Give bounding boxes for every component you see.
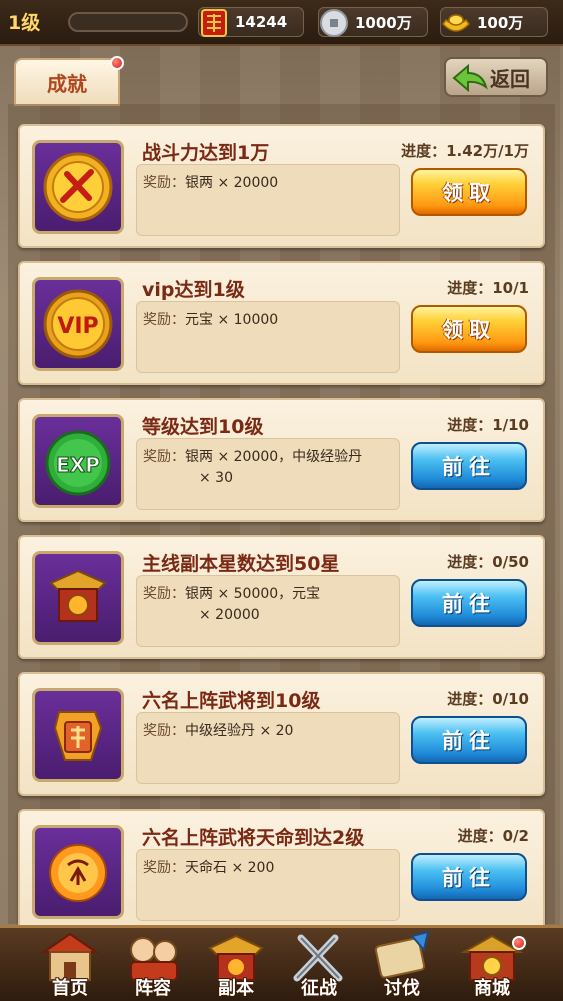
nav-crusade[interactable]: 讨伐 xyxy=(362,928,442,1001)
notification-dot xyxy=(512,936,526,950)
reward-box: 奖励：银两 × 50000，元宝 × 20000 xyxy=(136,575,400,647)
nav-home-label: 首页 xyxy=(52,978,88,999)
battle-power-icon xyxy=(201,9,227,37)
reward-label: 奖励： xyxy=(143,860,185,876)
gold-display: 100万 xyxy=(440,7,548,37)
silver-coin-icon xyxy=(320,9,348,37)
achievement-title: 六名上阵武将天命到达2级 xyxy=(142,827,365,849)
reward-text: 元宝 × 10000 xyxy=(185,312,279,328)
top-status-bar: 1级 14244 1000万 100万 xyxy=(0,0,563,46)
reward-text-cont: × 20000 xyxy=(199,607,260,623)
back-button[interactable]: 返回 xyxy=(444,57,548,97)
experience-bar xyxy=(68,12,188,32)
achievement-icon-frame xyxy=(32,688,124,782)
nav-crusade-label: 讨伐 xyxy=(384,978,420,999)
back-arrow-icon xyxy=(452,63,488,93)
reward-box: 奖励：天命石 × 200 xyxy=(136,849,400,921)
nav-shop-label: 商城 xyxy=(474,978,510,999)
nav-lineup-label: 阵容 xyxy=(135,978,171,999)
go-button[interactable]: 前往 xyxy=(411,579,527,627)
nav-shop[interactable]: 商城 xyxy=(452,928,532,1001)
achievement-icon-frame xyxy=(32,140,124,234)
nav-battle-label: 征战 xyxy=(301,978,337,999)
reward-box: 奖励：银两 × 20000 xyxy=(136,164,400,236)
tab-achievements[interactable]: 成就 xyxy=(14,56,124,106)
reward-box: 奖励：银两 × 20000，中级经验丹 × 30 xyxy=(136,438,400,510)
sword-coin-icon xyxy=(43,152,113,222)
go-button[interactable]: 前往 xyxy=(411,853,527,901)
reward-text: 银两 × 50000，元宝 xyxy=(185,586,321,602)
power-value: 14244 xyxy=(235,13,288,31)
go-button[interactable]: 前往 xyxy=(411,442,527,490)
reward-text: 银两 × 20000 xyxy=(185,175,279,191)
claim-button[interactable]: 领取 xyxy=(411,168,527,216)
general-token-icon xyxy=(53,711,103,761)
tab-achievements-label: 成就 xyxy=(47,71,87,96)
reward-box: 奖励：元宝 × 10000 xyxy=(136,301,400,373)
exp-orb-icon: EXP xyxy=(45,430,111,496)
reward-label: 奖励： xyxy=(143,175,185,191)
back-button-label: 返回 xyxy=(490,66,530,91)
nav-dungeon[interactable]: 副本 xyxy=(196,928,276,1001)
vip-coin-icon: VIP xyxy=(43,289,113,359)
achievement-icon-frame xyxy=(32,825,124,919)
player-level: 1级 xyxy=(8,12,41,34)
gold-value: 100万 xyxy=(477,13,524,32)
reward-label: 奖励： xyxy=(143,723,185,739)
claim-button[interactable]: 领取 xyxy=(411,305,527,353)
achievement-title: 主线副本星数达到50星 xyxy=(142,553,340,575)
achievement-card: VIP vip达到1级 进度：10/1 奖励：元宝 × 10000 领取 xyxy=(18,261,545,385)
go-button[interactable]: 前往 xyxy=(411,716,527,764)
achievement-icon-frame: EXP xyxy=(32,414,124,508)
dungeon-gate-icon xyxy=(49,569,107,622)
gold-ingot-icon xyxy=(442,14,470,32)
notification-dot xyxy=(110,56,124,70)
destiny-stone-icon xyxy=(49,844,107,902)
achievement-card: 六名上阵武将到10级 进度：0/10 奖励：中级经验丹 × 20 前往 xyxy=(18,672,545,796)
reward-label: 奖励： xyxy=(143,586,185,602)
silver-value: 1000万 xyxy=(355,13,412,32)
achievement-title: vip达到1级 xyxy=(142,279,245,301)
reward-label: 奖励： xyxy=(143,312,185,328)
power-display: 14244 xyxy=(198,7,304,37)
achievement-progress: 进度：1.42万/1万 xyxy=(401,142,529,160)
achievement-progress: 进度：0/50 xyxy=(447,553,529,571)
reward-text: 天命石 × 200 xyxy=(185,860,275,876)
bottom-navigation: 首页 阵容 副本 征战 讨伐 商城 xyxy=(0,925,563,1001)
nav-home[interactable]: 首页 xyxy=(30,928,110,1001)
achievement-card: 战斗力达到1万 进度：1.42万/1万 奖励：银两 × 20000 领取 xyxy=(18,124,545,248)
achievement-progress: 进度：0/2 xyxy=(457,827,529,845)
nav-dungeon-label: 副本 xyxy=(218,978,254,999)
reward-box: 奖励：中级经验丹 × 20 xyxy=(136,712,400,784)
silver-display: 1000万 xyxy=(318,7,428,37)
svg-text:VIP: VIP xyxy=(57,314,98,339)
nav-lineup[interactable]: 阵容 xyxy=(113,928,193,1001)
reward-text: 中级经验丹 × 20 xyxy=(185,723,294,739)
achievement-icon-frame xyxy=(32,551,124,645)
achievement-progress: 进度：1/10 xyxy=(447,416,529,434)
svg-text:EXP: EXP xyxy=(56,453,100,477)
reward-text-cont: × 30 xyxy=(199,470,233,486)
achievement-card: 六名上阵武将天命到达2级 进度：0/2 奖励：天命石 × 200 前往 xyxy=(18,809,545,933)
achievement-title: 等级达到10级 xyxy=(142,416,264,438)
achievement-card: 主线副本星数达到50星 进度：0/50 奖励：银两 × 50000，元宝 × 2… xyxy=(18,535,545,659)
reward-text: 银两 × 20000，中级经验丹 xyxy=(185,449,363,465)
achievement-progress: 进度：0/10 xyxy=(447,690,529,708)
achievement-title: 战斗力达到1万 xyxy=(142,142,270,164)
achievement-card: EXP 等级达到10级 进度：1/10 奖励：银两 × 20000，中级经验丹 … xyxy=(18,398,545,522)
achievement-icon-frame: VIP xyxy=(32,277,124,371)
reward-label: 奖励： xyxy=(143,449,185,465)
nav-battle[interactable]: 征战 xyxy=(279,928,359,1001)
achievement-title: 六名上阵武将到10级 xyxy=(142,690,321,712)
achievement-progress: 进度：10/1 xyxy=(447,279,529,297)
